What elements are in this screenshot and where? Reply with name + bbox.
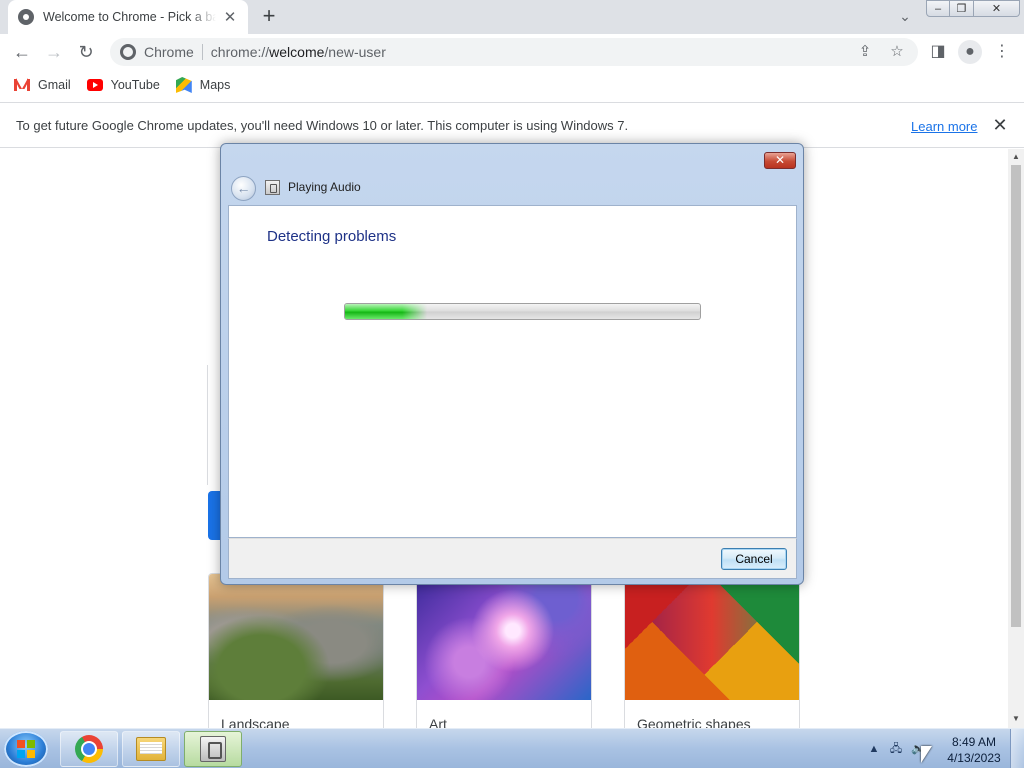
clock-time: 8:49 AM — [951, 735, 997, 749]
minimize-button[interactable]: – — [926, 0, 950, 17]
browser-toolbar: ← → ↻ Chrome chrome://welcome/new-user ⇪… — [0, 34, 1024, 70]
chrome-page-icon — [18, 9, 34, 25]
troubleshooter-icon — [265, 180, 280, 195]
troubleshooter-icon — [200, 736, 226, 762]
tab-close-icon[interactable]: ✕ — [222, 9, 238, 26]
chrome-logo-icon — [120, 44, 136, 60]
troubleshooter-dialog: ✕ ← Playing Audio Detecting problems Can… — [220, 143, 804, 585]
dialog-body: Detecting problems — [228, 205, 797, 538]
primary-button-edge[interactable] — [208, 491, 220, 540]
background-card-art[interactable]: Art — [416, 573, 592, 728]
clock-date: 4/13/2023 — [947, 751, 1001, 765]
bookmark-maps[interactable]: Maps — [175, 77, 230, 93]
learn-more-link[interactable]: Learn more — [911, 119, 977, 134]
folder-icon — [136, 737, 166, 761]
infobar-message: To get future Google Chrome updates, you… — [16, 118, 629, 133]
background-label: Landscape — [221, 716, 290, 728]
show-hidden-icons-icon[interactable]: ▲ — [866, 741, 882, 757]
taskbar-troubleshooter[interactable] — [184, 731, 242, 767]
back-arrow-icon[interactable]: ← — [10, 40, 34, 64]
scrollbar-thumb[interactable] — [1011, 165, 1021, 627]
tab-strip: Welcome to Chrome - Pick a background ✕ … — [0, 0, 1024, 34]
progress-bar — [344, 303, 701, 320]
dialog-title: Playing Audio — [288, 180, 361, 194]
chrome-icon — [75, 735, 103, 763]
background-label: Geometric shapes — [637, 716, 751, 728]
page-scrollbar[interactable]: ▲ ▼ — [1008, 149, 1024, 728]
browser-tab[interactable]: Welcome to Chrome - Pick a background ✕ — [8, 0, 248, 34]
reload-icon[interactable]: ↻ — [74, 40, 98, 64]
infobar-close-icon[interactable]: ✕ — [990, 115, 1010, 135]
background-label: Art — [429, 716, 447, 728]
address-chip: Chrome — [144, 44, 203, 60]
dialog-close-button[interactable]: ✕ — [764, 152, 796, 169]
tab-title: Welcome to Chrome - Pick a background — [43, 10, 216, 24]
update-infobar: To get future Google Chrome updates, you… — [0, 102, 1024, 148]
scroll-up-icon[interactable]: ▲ — [1008, 150, 1024, 164]
bookmark-star-icon[interactable]: ☆ — [886, 38, 908, 66]
page-card-edge — [207, 365, 208, 485]
gmail-icon — [14, 79, 30, 91]
taskbar-clock[interactable]: 8:49 AM 4/13/2023 — [946, 734, 1002, 766]
new-tab-button[interactable]: + — [258, 5, 280, 28]
bookmark-youtube[interactable]: YouTube — [86, 78, 160, 92]
network-icon[interactable]: 🖧 — [888, 741, 904, 757]
background-card-geometric[interactable]: Geometric shapes — [624, 573, 800, 728]
start-button[interactable] — [4, 731, 48, 767]
window-controls: – ❐ ✕ — [926, 0, 1020, 18]
cancel-button[interactable]: Cancel — [721, 548, 787, 570]
bookmark-gmail[interactable]: Gmail — [14, 78, 71, 92]
maps-icon — [175, 77, 192, 93]
windows-taskbar: ▲ 🖧 🔈 8:49 AM 4/13/2023 — [0, 728, 1024, 768]
forward-arrow-icon[interactable]: → — [42, 40, 66, 64]
dialog-heading: Detecting problems — [267, 228, 397, 245]
art-thumbnail — [417, 574, 591, 700]
progress-fill — [345, 304, 427, 319]
window-close-button[interactable]: ✕ — [974, 0, 1020, 17]
profile-avatar-icon[interactable]: ● — [958, 40, 982, 64]
bookmarks-bar: Gmail YouTube Maps — [0, 70, 1024, 100]
background-card-landscape[interactable]: Landscape — [208, 573, 384, 728]
address-url: chrome://welcome/new-user — [210, 44, 386, 60]
landscape-thumbnail — [209, 574, 383, 700]
mouse-cursor-icon — [921, 746, 932, 763]
tab-search-chevron-icon[interactable]: ⌄ — [895, 8, 915, 28]
side-panel-icon[interactable]: ◨ — [926, 40, 950, 64]
dialog-footer: Cancel — [228, 538, 797, 579]
geometric-thumbnail — [625, 574, 799, 700]
scroll-down-icon[interactable]: ▼ — [1008, 712, 1024, 726]
youtube-icon — [86, 79, 103, 91]
restore-button[interactable]: ❐ — [950, 0, 974, 17]
taskbar-chrome[interactable] — [60, 731, 118, 767]
address-bar[interactable]: Chrome chrome://welcome/new-user ⇪ ☆ — [110, 38, 918, 66]
show-desktop-button[interactable] — [1010, 729, 1024, 768]
taskbar-file-explorer[interactable] — [122, 731, 180, 767]
menu-kebab-icon[interactable]: ⋮ — [990, 40, 1014, 64]
share-icon[interactable]: ⇪ — [854, 38, 876, 66]
back-arrow-icon[interactable]: ← — [231, 176, 256, 201]
